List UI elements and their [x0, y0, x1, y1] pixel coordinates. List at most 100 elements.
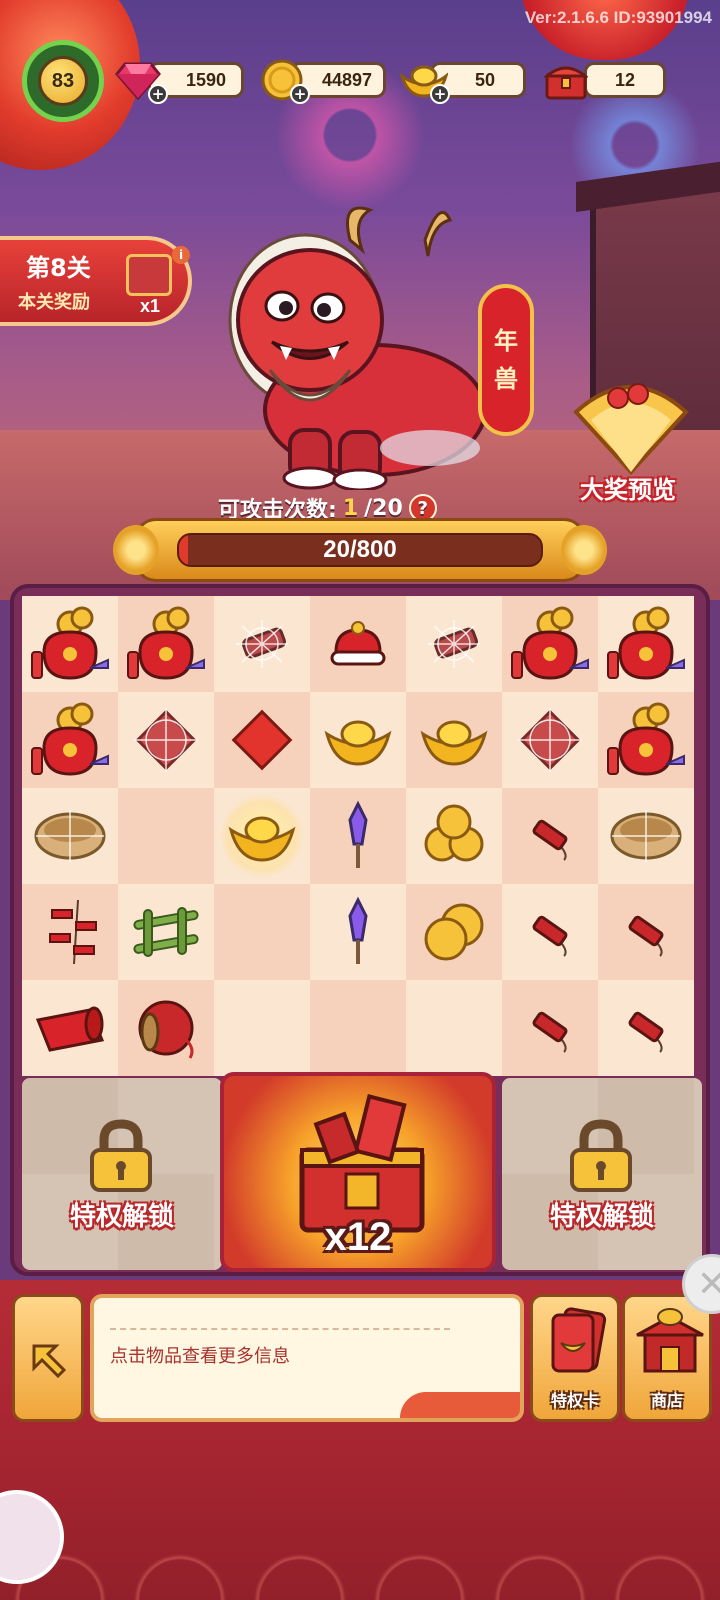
grand-prize-preview-label: 大奖预览 — [580, 476, 676, 504]
gold-ingot-icon — [323, 712, 393, 768]
privilege-card-icon — [551, 1307, 607, 1373]
gem-count: 1590 — [185, 69, 227, 90]
info-corner-decoration — [400, 1392, 520, 1418]
board-cell-gold-ingot[interactable] — [406, 692, 502, 788]
cobweb-firecracker-icon — [226, 608, 298, 680]
player-level-badge[interactable]: 83 — [22, 40, 104, 122]
board-cell-money-bag[interactable] — [598, 596, 694, 692]
coin-pair-icon — [416, 897, 492, 967]
cobweb-firecracker-icon — [418, 608, 490, 680]
board-cell-cobweb-red-paper[interactable] — [502, 692, 598, 788]
nian-beast-monster[interactable] — [200, 200, 500, 492]
locked-slot-left-label: 特权解锁 — [69, 1202, 174, 1232]
back-button[interactable] — [12, 1294, 84, 1422]
coin-count: 44897 — [321, 69, 373, 90]
board-cell-firework-rocket[interactable] — [310, 884, 406, 980]
treasure-chest-icon — [542, 56, 590, 104]
board-cell-cobweb-basket[interactable] — [598, 788, 694, 884]
firecracker-icon — [620, 1002, 672, 1054]
arrow-up-left-icon — [32, 1344, 67, 1379]
ingot-count: 50 — [474, 69, 496, 90]
reward-count: x1 — [140, 296, 161, 316]
chest-count-label: x12 — [324, 1215, 392, 1259]
red-scroll-icon — [32, 1000, 108, 1056]
board-cell-cobweb-firecracker[interactable] — [214, 596, 310, 692]
boss-name-char-2: 兽 — [494, 365, 518, 393]
board-cell-bamboo-frame[interactable] — [118, 884, 214, 980]
board-cell-red-paper[interactable] — [214, 692, 310, 788]
board-cell-thread-spool[interactable] — [118, 980, 214, 1076]
level-reward-panel[interactable]: 第8关 本关奖励 x1 — [0, 236, 192, 326]
locked-slot-right[interactable]: 特权解锁 — [502, 1078, 702, 1270]
board-cell-firecracker[interactable] — [502, 788, 598, 884]
attack-count-current: 1 — [342, 495, 359, 521]
hp-text: 20/800 — [323, 536, 397, 563]
board-cell-firecracker[interactable] — [598, 884, 694, 980]
merge-board: 特权解锁 特权解锁 x12 — [10, 584, 710, 1276]
board-cell-gold-ingot-glow[interactable] — [214, 788, 310, 884]
firecracker-icon — [620, 906, 672, 958]
player-level-value: 83 — [38, 56, 88, 106]
boss-hp-bar: 20/800 — [113, 518, 607, 582]
board-cell-empty[interactable] — [406, 980, 502, 1076]
board-cell-firecracker[interactable] — [598, 980, 694, 1076]
board-cell-firecracker[interactable] — [502, 980, 598, 1076]
board-cell-empty[interactable] — [214, 884, 310, 980]
board-cell-coin-pile[interactable] — [406, 788, 502, 884]
firework-rocket-icon — [338, 800, 378, 872]
board-cell-red-scroll[interactable] — [22, 980, 118, 1076]
board-cell-red-hat[interactable] — [310, 596, 406, 692]
boss-name-tag: 年 兽 — [478, 284, 534, 436]
boss-name-char-1: 年 — [494, 327, 518, 355]
board-cell-cobweb-basket[interactable] — [22, 788, 118, 884]
locked-slot-left[interactable]: 特权解锁 — [22, 1078, 222, 1270]
red-paper-icon — [222, 700, 302, 780]
money-bag-icon — [604, 698, 688, 782]
firecracker-icon — [524, 810, 576, 862]
version-label: Ver:2.1.6.6 ID:93901994 — [524, 8, 712, 27]
add-gem-button[interactable]: + — [148, 84, 168, 104]
add-ingot-button[interactable]: + — [430, 84, 450, 104]
money-bag-icon — [604, 602, 688, 686]
locked-slot-right-label: 特权解锁 — [549, 1202, 654, 1232]
shop-button[interactable]: 商店 — [622, 1294, 712, 1422]
shop-label: 商店 — [650, 1391, 683, 1410]
hp-track: 20/800 — [177, 533, 543, 567]
board-cell-money-bag[interactable] — [598, 692, 694, 788]
privilege-card-button[interactable]: 特权卡 — [530, 1294, 620, 1422]
gold-ingot-icon — [227, 808, 297, 864]
shop-pagoda-icon — [636, 1308, 704, 1373]
firecracker-string-icon — [38, 896, 102, 968]
gold-ingot-icon — [419, 712, 489, 768]
money-bag-icon — [28, 602, 112, 686]
board-cell-money-bag[interactable] — [22, 692, 118, 788]
board-cell-money-bag[interactable] — [22, 596, 118, 692]
info-icon[interactable]: i — [172, 246, 190, 264]
level-subtitle: 本关奖励 — [18, 292, 90, 313]
board-cell-empty[interactable] — [310, 980, 406, 1076]
cobweb-red-paper-icon — [510, 700, 590, 780]
item-generator-chest[interactable]: x12 — [220, 1072, 496, 1272]
board-cell-firecracker-string[interactable] — [22, 884, 118, 980]
red-hat-icon — [322, 608, 394, 680]
board-cell-empty[interactable] — [214, 980, 310, 1076]
board-cell-cobweb-firecracker[interactable] — [406, 596, 502, 692]
chest-counter[interactable]: 12 — [584, 62, 666, 98]
add-coin-button[interactable]: + — [290, 84, 310, 104]
cobweb-basket-icon — [606, 804, 686, 868]
item-grid — [22, 596, 694, 1076]
board-cell-firecracker[interactable] — [502, 884, 598, 980]
board-cell-firework-rocket[interactable] — [310, 788, 406, 884]
wave-pattern — [0, 1480, 720, 1600]
item-info-text: 点击物品查看更多信息 — [110, 1346, 290, 1367]
item-info-box: 点击物品查看更多信息 — [90, 1294, 524, 1422]
cobweb-basket-icon — [30, 804, 110, 868]
board-cell-gold-ingot[interactable] — [310, 692, 406, 788]
board-cell-coin-pair[interactable] — [406, 884, 502, 980]
cobweb-red-paper-icon — [126, 700, 206, 780]
board-cell-money-bag[interactable] — [502, 596, 598, 692]
board-cell-empty[interactable] — [118, 788, 214, 884]
board-cell-cobweb-red-paper[interactable] — [118, 692, 214, 788]
board-cell-money-bag[interactable] — [118, 596, 214, 692]
padlock-icon — [566, 1118, 636, 1198]
